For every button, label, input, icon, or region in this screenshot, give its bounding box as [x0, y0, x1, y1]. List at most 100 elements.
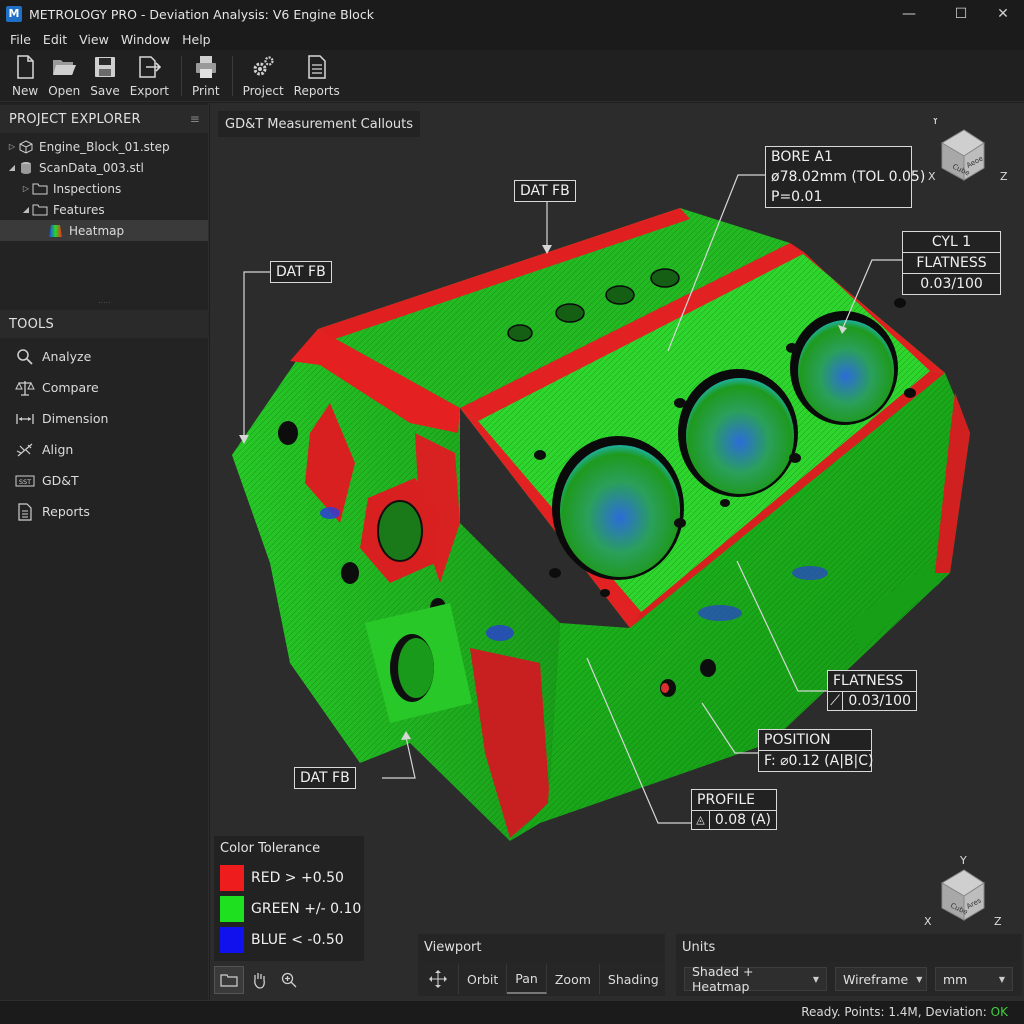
maximize-button[interactable]: ☐ [938, 0, 984, 28]
project-label: Project [242, 84, 284, 98]
callout-cyl-type: FLATNESS [903, 252, 1000, 273]
view-cube[interactable]: Y X Z Cube Aeoe [922, 118, 1014, 188]
shading-button[interactable]: Shading [600, 964, 667, 994]
callout-bore-p: P=0.01 [771, 189, 823, 205]
tool-label: Compare [42, 380, 99, 395]
bolt-hole [341, 562, 359, 584]
project-button[interactable]: Project [239, 50, 288, 100]
cube-icon [19, 139, 33, 154]
zoom-button[interactable]: Zoom [547, 964, 600, 994]
unit-dropdown[interactable]: mm ▼ [935, 967, 1013, 991]
callout-bore-a1[interactable]: BORE A1 ø78.02mm (TOL 0.05) P=0.01 [765, 146, 926, 208]
collapse-arrow-icon[interactable]: ◢ [6, 163, 18, 172]
expand-arrow-icon[interactable]: ▷ [6, 142, 18, 151]
move-tool-button[interactable] [418, 964, 459, 994]
units-body: Shaded + Heatmap ▼ Wireframe ▼ mm ▼ [676, 962, 1022, 996]
legend-label: BLUE < -0.50 [251, 931, 344, 948]
project-explorer-title: PROJECT EXPLORER [9, 111, 141, 127]
axis-y-label: Y [931, 118, 939, 127]
valley-port [650, 268, 680, 288]
3d-viewport[interactable]: GD&T Measurement Callouts DAT FB DAT FB … [210, 103, 1024, 1000]
menu-help[interactable]: Help [176, 32, 217, 47]
view-cube-bottom[interactable]: Y X Z Cube Ares [922, 855, 1014, 930]
new-button[interactable]: New [8, 50, 42, 100]
menu-view[interactable]: View [73, 32, 115, 47]
tool-analyze[interactable]: Analyze [0, 341, 209, 372]
app-logo: M [6, 6, 22, 22]
open-button[interactable]: Open [44, 50, 84, 100]
tool-align[interactable]: Align [0, 434, 209, 465]
reports-button[interactable]: Reports [290, 50, 344, 100]
export-button[interactable]: Export [126, 50, 173, 100]
align-icon [16, 443, 33, 456]
database-icon [21, 161, 31, 174]
tool-label: Dimension [42, 411, 109, 426]
splitter-handle[interactable]: ..... [0, 297, 209, 305]
menu-file[interactable]: File [4, 32, 37, 47]
toolbar: New Open Save Export Print Project Repor… [0, 50, 1024, 102]
callout-text: DAT FB [276, 264, 326, 280]
deviation-blue-zone [792, 566, 828, 580]
tool-dimension[interactable]: Dimension [0, 403, 209, 434]
folder-icon [32, 183, 48, 194]
callout-cyl-flatness[interactable]: CYL 1 FLATNESS 0.03/100 [902, 231, 1001, 295]
callout-datum-top[interactable]: DAT FB [514, 180, 576, 202]
tree-item-label: Features [53, 202, 105, 217]
shading-mode-dropdown[interactable]: Shaded + Heatmap ▼ [684, 964, 827, 994]
hand-tool-button[interactable] [244, 966, 274, 994]
close-button[interactable]: ✕ [980, 0, 1024, 28]
pan-button[interactable]: Pan [507, 964, 547, 994]
flange-bore [377, 500, 423, 562]
callout-text: DAT FB [300, 770, 350, 786]
hand-icon [254, 973, 265, 989]
callout-bore-diameter: ø78.02mm (TOL 0.05) [771, 169, 926, 185]
shading-mode-value: Shaded + Heatmap [692, 964, 754, 994]
unit-value: mm [943, 971, 968, 987]
heatmap-icon [49, 224, 62, 237]
panel-menu-icon[interactable]: ≡ [190, 112, 200, 126]
orbit-button[interactable]: Orbit [459, 964, 508, 994]
callout-position[interactable]: POSITION F: ⌀0.12 (A|B|C) [758, 729, 874, 772]
cylinder-bore-1 [560, 445, 680, 577]
legend-row-red: RED > +0.50 [214, 862, 364, 893]
tool-gdt[interactable]: SST GD&T [0, 465, 209, 496]
zoom-tool-button[interactable] [274, 966, 304, 994]
tree-item-features[interactable]: ◢ Features [0, 199, 208, 220]
callout-profile[interactable]: PROFILE ◬ 0.08 (A) [691, 789, 777, 830]
tree-item-engine-block[interactable]: ▷ Engine_Block_01.step [0, 136, 208, 157]
tree-item-inspections[interactable]: ▷ Inspections [0, 178, 208, 199]
wireframe-dropdown[interactable]: Wireframe ▼ [835, 967, 927, 991]
tool-compare[interactable]: Compare [0, 372, 209, 403]
tool-label: Analyze [42, 349, 92, 364]
save-button[interactable]: Save [86, 50, 123, 100]
gdt-icon: SST [15, 475, 35, 486]
legend-swatch-green [220, 895, 244, 922]
expand-arrow-icon[interactable]: ▷ [20, 184, 32, 193]
new-file-icon [17, 55, 34, 79]
tree-item-label: Heatmap [69, 223, 125, 238]
units-controls: Units Shaded + Heatmap ▼ Wireframe ▼ mm … [676, 934, 1022, 998]
deviation-blue-zone [698, 605, 742, 621]
menu-window[interactable]: Window [115, 32, 176, 47]
callout-flatness[interactable]: FLATNESS ⟋ 0.03/100 [827, 670, 917, 711]
tree-item-heatmap[interactable]: Heatmap [0, 220, 208, 241]
tree-item-scandata[interactable]: ◢ ScanData_003.stl [0, 157, 208, 178]
legend-label: GREEN +/- 0.10 [251, 900, 362, 917]
callout-datum-left[interactable]: DAT FB [270, 261, 332, 283]
collapse-arrow-icon[interactable]: ◢ [20, 205, 32, 214]
save-icon [94, 57, 115, 77]
flatness-symbol-icon: ⟋ [828, 692, 844, 710]
viewport-mini-tools [214, 966, 304, 994]
menu-edit[interactable]: Edit [37, 32, 73, 47]
report-icon [307, 55, 326, 79]
legend-row-green: GREEN +/- 0.10 [214, 893, 364, 924]
callout-datum-bottom[interactable]: DAT FB [294, 767, 356, 789]
print-button[interactable]: Print [188, 50, 224, 100]
left-panel: PROJECT EXPLORER ≡ ▷ Engine_Block_01.ste… [0, 103, 209, 1000]
minimize-button[interactable]: — [886, 0, 932, 28]
export-icon [139, 56, 162, 78]
tool-reports[interactable]: Reports [0, 496, 209, 527]
open-folder-button[interactable] [214, 966, 244, 994]
valley-port [507, 324, 533, 342]
status-text: Ready. Points: 1.4M, Deviation: [801, 1005, 987, 1019]
